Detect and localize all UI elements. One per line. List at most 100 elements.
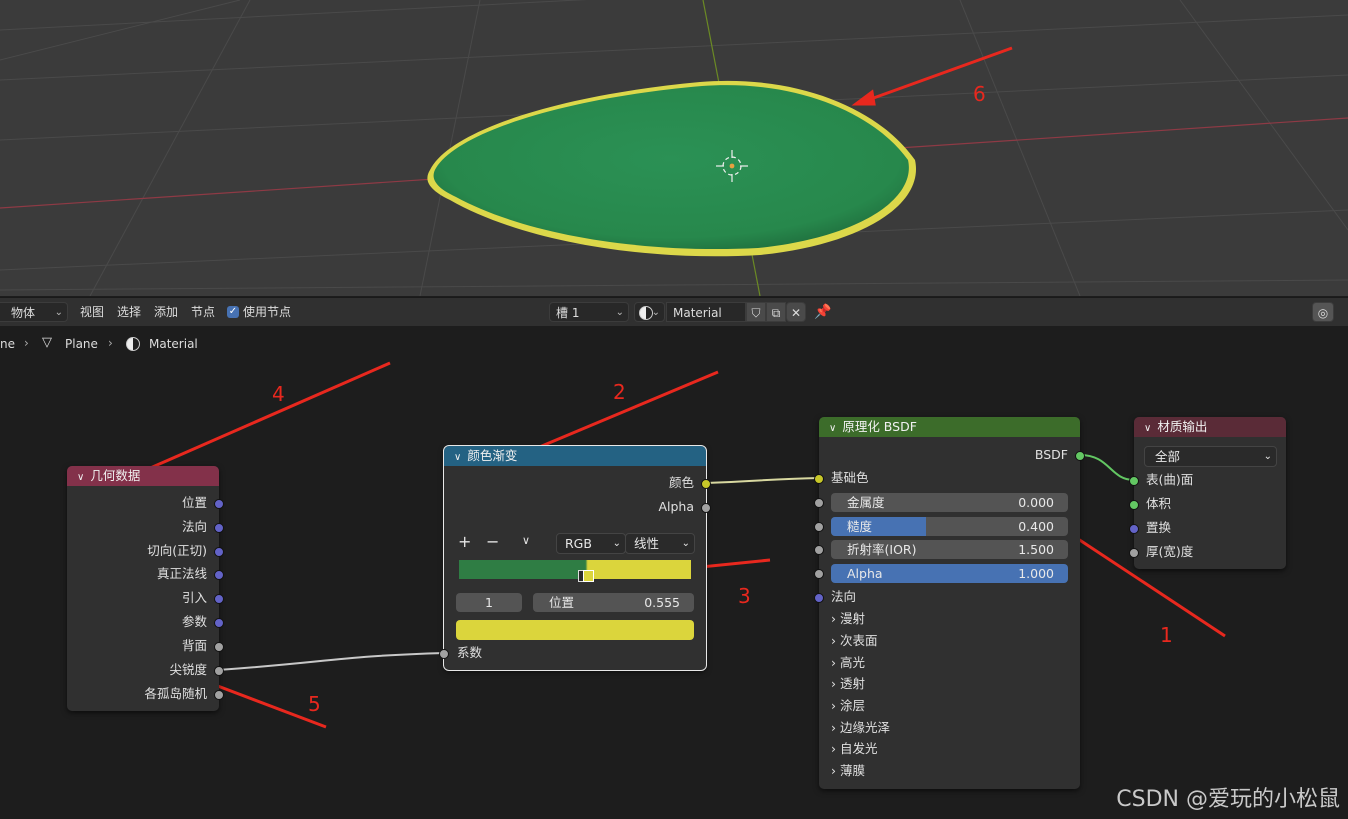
socket-parametric[interactable] xyxy=(214,618,224,628)
link-sharpness-to-fac xyxy=(217,652,446,671)
remove-stop-button[interactable]: − xyxy=(486,532,499,551)
output-node-title: 材质输出 xyxy=(1157,419,1208,434)
ior-field[interactable]: 折射率(IOR) 1.500 xyxy=(831,540,1068,559)
stop-position-field[interactable]: 位置 0.555 xyxy=(533,593,694,612)
metallic-label: 金属度 xyxy=(847,495,885,510)
interpolation-value: 线性 xyxy=(634,536,660,551)
chevron-down-icon: ⌄ xyxy=(1263,451,1272,462)
alpha-label: Alpha xyxy=(847,566,883,581)
socket-tangent[interactable] xyxy=(214,547,224,557)
input-fac-label: 系数 xyxy=(457,645,483,660)
color-stop-handle-active[interactable] xyxy=(582,570,594,582)
principled-bsdf-node[interactable]: ∨ 原理化 BSDF BSDF 基础色 金属度 0.000 糙度 0.400 折射… xyxy=(814,417,1085,789)
roughness-label: 糙度 xyxy=(847,519,873,534)
socket-pointiness[interactable] xyxy=(214,666,224,676)
panel-sheen[interactable]: › 边缘光泽 xyxy=(831,718,890,738)
panel-label: 边缘光泽 xyxy=(839,720,890,735)
socket-random-island[interactable] xyxy=(214,690,224,700)
chevron-down-icon: ∨ xyxy=(829,423,837,434)
chevron-right-icon: › xyxy=(831,698,836,713)
geometry-node[interactable]: ∨ 几何数据 位置 法向 切向(正切) 真正法线 引入 参数 背面 尖锐度 各孤岛… xyxy=(67,466,224,711)
output-node-header[interactable]: ∨ 材质输出 xyxy=(1134,417,1286,437)
panel-label: 次表面 xyxy=(839,633,878,648)
color-ramp-bar[interactable] xyxy=(459,560,691,582)
chevron-right-icon: › xyxy=(831,720,836,735)
annotation-4: 4 xyxy=(272,382,285,406)
geometry-node-header[interactable]: ∨ 几何数据 xyxy=(67,466,219,486)
socket-normal-in[interactable] xyxy=(814,593,824,603)
socket-alpha[interactable] xyxy=(814,569,824,579)
ior-value: 1.500 xyxy=(1018,542,1054,557)
roughness-field[interactable]: 糙度 0.400 xyxy=(831,517,1068,536)
output-target-dropdown[interactable]: 全部 ⌄ xyxy=(1144,446,1277,467)
material-output-node[interactable]: ∨ 材质输出 全部 ⌄ 表(曲)面 体积 置换 厚(宽)度 xyxy=(1129,417,1286,569)
annotation-3: 3 xyxy=(738,584,751,608)
socket-incoming[interactable] xyxy=(214,594,224,604)
chevron-right-icon: › xyxy=(831,633,836,648)
socket-roughness[interactable] xyxy=(814,522,824,532)
socket-true-normal[interactable] xyxy=(214,570,224,580)
stop-index-value: 1 xyxy=(485,595,493,610)
chevron-down-icon: ⌄ xyxy=(612,538,621,549)
output-parametric: 参数 xyxy=(181,614,207,629)
panel-label: 高光 xyxy=(839,655,865,670)
panel-label: 自发光 xyxy=(839,741,878,756)
socket-fac-in[interactable] xyxy=(439,649,449,659)
output-alpha-label: Alpha xyxy=(658,499,694,514)
chevron-right-icon: › xyxy=(831,611,836,626)
bsdf-node-header[interactable]: ∨ 原理化 BSDF xyxy=(819,417,1080,437)
socket-thickness[interactable] xyxy=(1129,548,1139,558)
chevron-down-icon: ⌄ xyxy=(681,538,690,549)
chevron-right-icon: › xyxy=(831,741,836,756)
interpolation-dropdown[interactable]: 线性 ⌄ xyxy=(625,533,695,554)
panel-coat[interactable]: › 涂层 xyxy=(831,696,865,716)
color-mode-dropdown[interactable]: RGB ⌄ xyxy=(556,533,626,554)
chevron-right-icon: › xyxy=(831,763,836,778)
output-position: 位置 xyxy=(181,495,207,510)
output-true-normal: 真正法线 xyxy=(156,566,207,581)
ior-label: 折射率(IOR) xyxy=(847,542,917,557)
input-normal-label: 法向 xyxy=(831,589,857,604)
socket-ior[interactable] xyxy=(814,545,824,555)
panel-subsurface[interactable]: › 次表面 xyxy=(831,631,878,651)
socket-bsdf-out[interactable] xyxy=(1075,451,1085,461)
socket-surface[interactable] xyxy=(1129,476,1139,486)
stop-position-value: 0.555 xyxy=(644,595,680,610)
panel-emission[interactable]: › 自发光 xyxy=(831,739,878,759)
alpha-field[interactable]: Alpha 1.000 xyxy=(831,564,1068,583)
input-base-color-label: 基础色 xyxy=(831,470,869,485)
output-bsdf-label: BSDF xyxy=(1034,447,1068,462)
geometry-node-title: 几何数据 xyxy=(90,468,141,483)
output-color-label: 颜色 xyxy=(668,475,694,490)
chevron-right-icon: › xyxy=(831,655,836,670)
socket-metallic[interactable] xyxy=(814,498,824,508)
socket-base-color[interactable] xyxy=(814,474,824,484)
socket-displacement[interactable] xyxy=(1129,524,1139,534)
annotation-2: 2 xyxy=(613,380,626,404)
panel-diffuse[interactable]: › 漫射 xyxy=(831,609,865,629)
input-thickness-label: 厚(宽)度 xyxy=(1146,544,1194,559)
socket-position[interactable] xyxy=(214,499,224,509)
stop-index-field[interactable]: 1 xyxy=(456,593,522,612)
add-stop-button[interactable]: + xyxy=(458,532,471,551)
metallic-field[interactable]: 金属度 0.000 xyxy=(831,493,1068,512)
socket-backfacing[interactable] xyxy=(214,642,224,652)
panel-transmission[interactable]: › 透射 xyxy=(831,674,865,694)
output-backfacing: 背面 xyxy=(181,638,207,653)
socket-color-out[interactable] xyxy=(701,479,711,489)
color-ramp-node-header[interactable]: ∨ 颜色渐变 xyxy=(444,446,706,466)
color-ramp-node[interactable]: ∨ 颜色渐变 颜色 Alpha + − ∨ RGB ⌄ 线性 ⌄ 1 位置 0.5… xyxy=(439,445,711,671)
chevron-down-icon: ∨ xyxy=(454,452,462,463)
panel-specular[interactable]: › 高光 xyxy=(831,653,865,673)
socket-normal[interactable] xyxy=(214,523,224,533)
socket-volume[interactable] xyxy=(1129,500,1139,510)
color-ramp-node-title: 颜色渐变 xyxy=(467,448,518,463)
annotation-5: 5 xyxy=(308,692,321,716)
output-random-island: 各孤岛随机 xyxy=(144,686,207,701)
panel-thin-film[interactable]: › 薄膜 xyxy=(831,761,865,781)
chevron-down-icon[interactable]: ∨ xyxy=(522,534,530,547)
stop-color-swatch[interactable] xyxy=(456,620,694,640)
panel-label: 透射 xyxy=(839,676,865,691)
bsdf-node-title: 原理化 BSDF xyxy=(842,419,917,434)
socket-alpha-out[interactable] xyxy=(701,503,711,513)
